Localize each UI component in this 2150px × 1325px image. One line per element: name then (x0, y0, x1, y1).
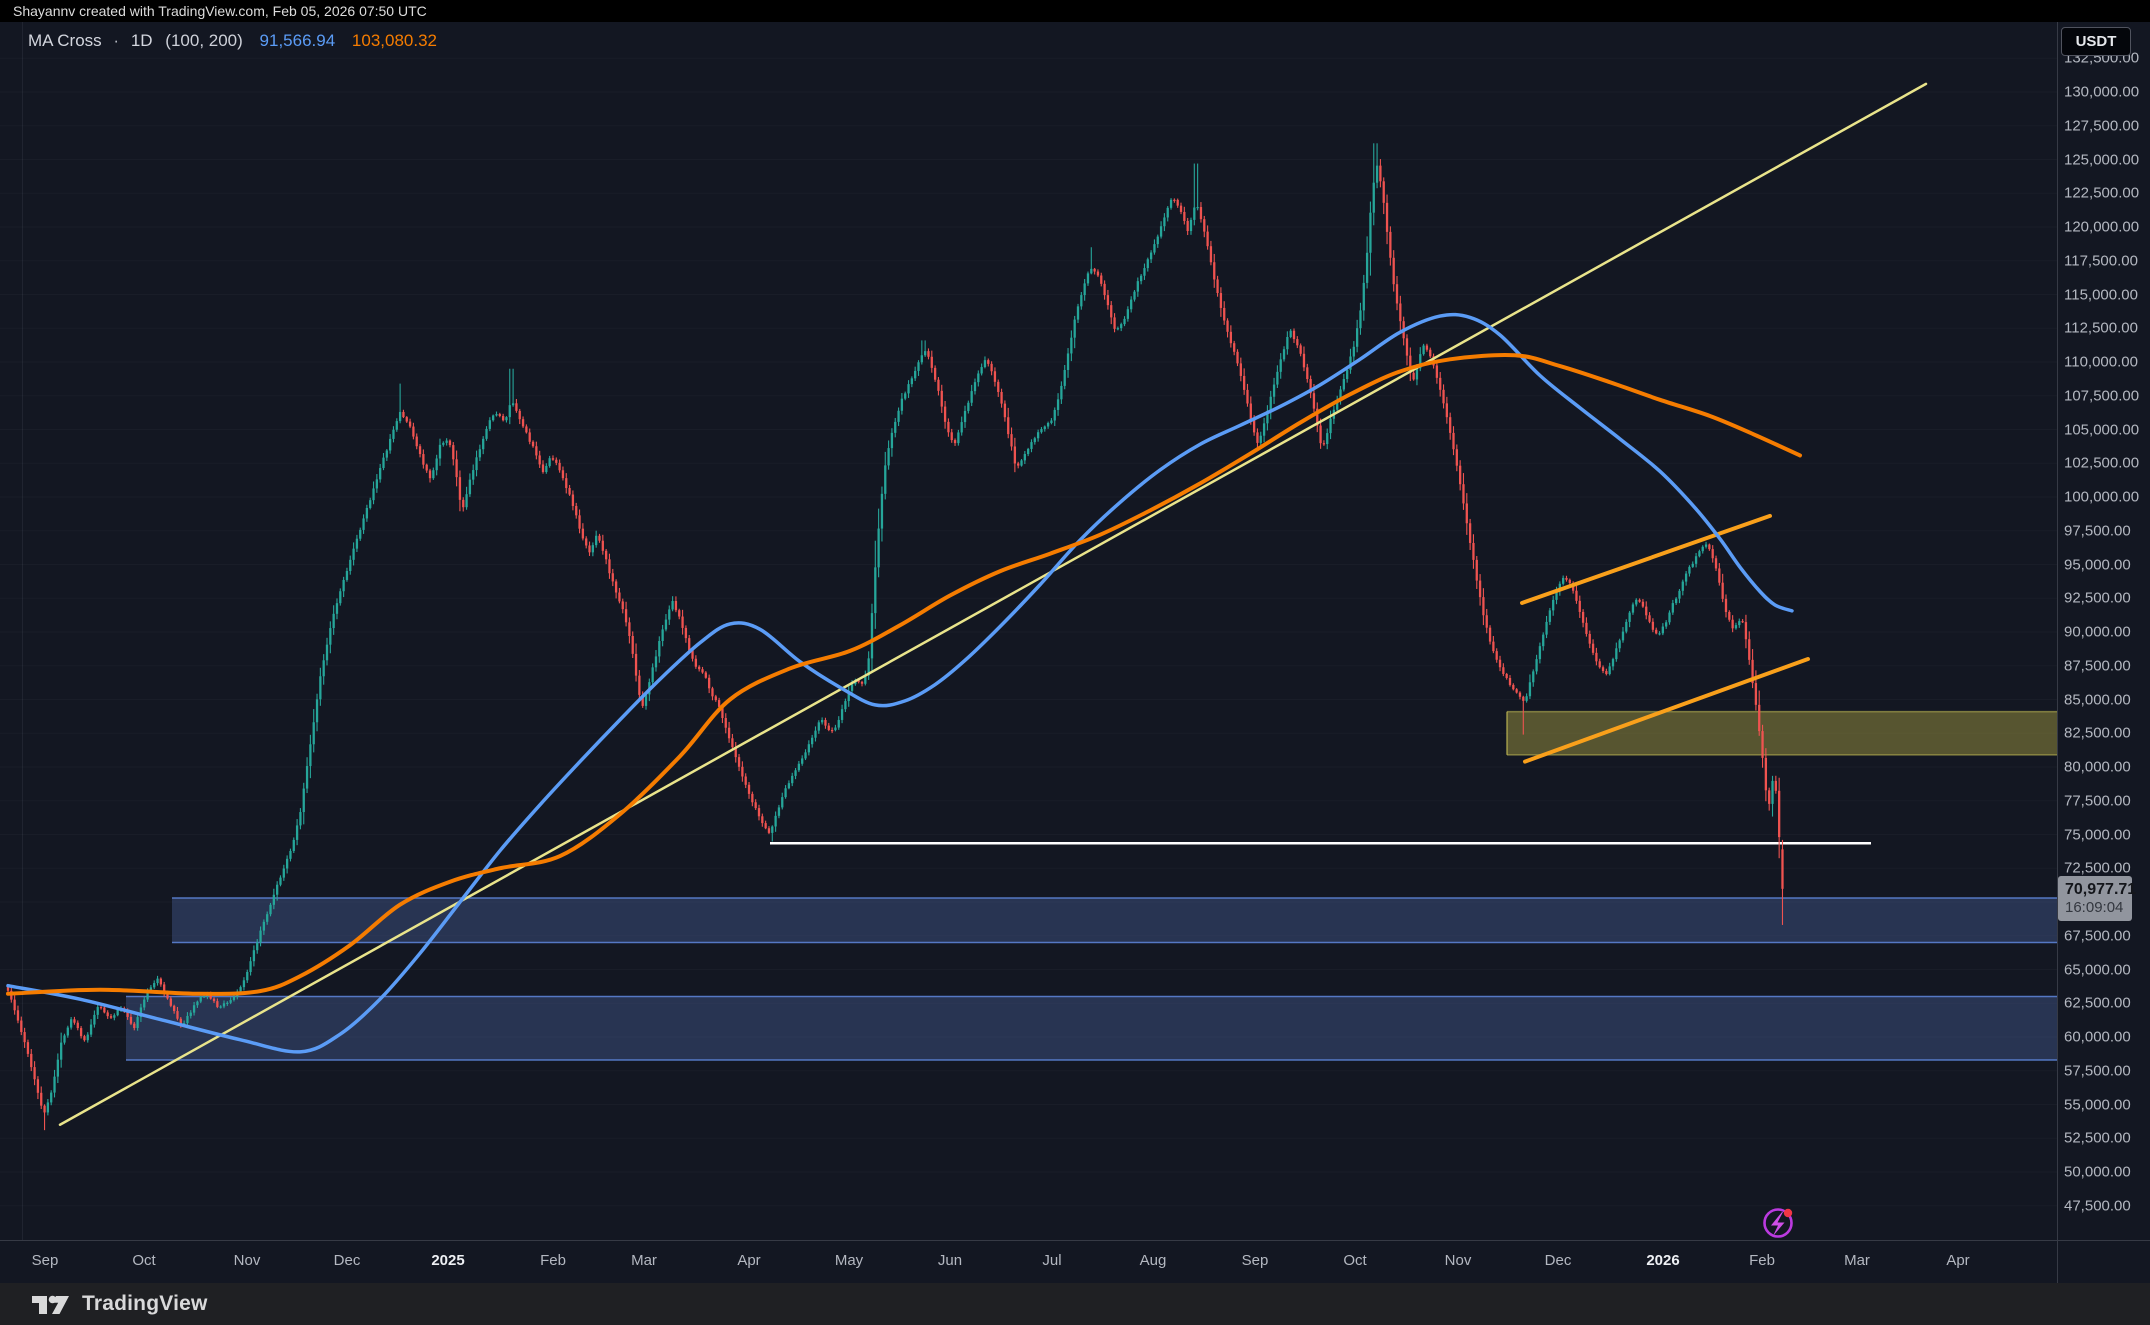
price-tick-label: 100,000.00 (2064, 489, 2139, 506)
time-tick-label: Nov (1445, 1252, 1472, 1269)
price-tick-label: 62,500.00 (2064, 995, 2131, 1012)
currency-toggle[interactable]: USDT (2061, 27, 2131, 56)
attribution-bar: Shayannv created with TradingView.com, F… (0, 0, 2150, 22)
time-tick-label: Jun (938, 1252, 962, 1269)
price-tick-label: 130,000.00 (2064, 84, 2139, 101)
attribution-text: Shayannv created with TradingView.com, F… (13, 3, 427, 19)
time-tick-label: Feb (540, 1252, 566, 1269)
tradingview-logo-icon[interactable] (30, 1289, 72, 1319)
price-tick-label: 80,000.00 (2064, 759, 2131, 776)
price-tick-label: 57,500.00 (2064, 1062, 2131, 1079)
price-tick-label: 92,500.00 (2064, 590, 2131, 607)
last-price-label[interactable]: 70,977.71 16:09:04 (2058, 876, 2132, 921)
price-tick-label: 55,000.00 (2064, 1096, 2131, 1113)
pane-left-guide (22, 22, 23, 1240)
candlestick-series[interactable] (7, 143, 1784, 1130)
brand-name[interactable]: TradingView (82, 1292, 208, 1316)
price-tick-label: 47,500.00 (2064, 1197, 2131, 1214)
indicator-name[interactable]: MA Cross (28, 31, 102, 50)
price-tick-label: 85,000.00 (2064, 691, 2131, 708)
supply-zone-olive[interactable] (1507, 712, 2057, 755)
time-tick-label: 2026 (1646, 1252, 1679, 1269)
price-tick-label: 97,500.00 (2064, 522, 2131, 539)
time-tick-label: Oct (132, 1252, 155, 1269)
price-tick-label: 110,000.00 (2064, 354, 2138, 371)
price-tick-label: 115,000.00 (2064, 286, 2138, 303)
support-zone-lower[interactable] (126, 997, 2057, 1060)
time-tick-label: May (835, 1252, 863, 1269)
price-tick-label: 112,500.00 (2064, 320, 2138, 337)
time-tick-label: Nov (234, 1252, 261, 1269)
price-tick-label: 52,500.00 (2064, 1130, 2131, 1147)
chart-pane[interactable] (0, 58, 2057, 1206)
price-tick-label: 75,000.00 (2064, 826, 2131, 843)
lightning-event-icon[interactable] (1765, 1209, 1793, 1237)
price-tick-label: 87,500.00 (2064, 657, 2131, 674)
price-tick-label: 50,000.00 (2064, 1164, 2131, 1181)
footer-bar: TradingView (0, 1283, 2150, 1325)
time-tick-label: Oct (1343, 1252, 1366, 1269)
time-tick-label: Dec (334, 1252, 361, 1269)
price-tick-label: 125,000.00 (2064, 151, 2139, 168)
price-tick-label: 65,000.00 (2064, 961, 2131, 978)
currency-label: USDT (2076, 33, 2117, 50)
price-tick-label: 127,500.00 (2064, 117, 2139, 134)
price-tick-label: 105,000.00 (2064, 421, 2139, 438)
price-tick-label: 90,000.00 (2064, 624, 2131, 641)
price-scale-border (2057, 22, 2058, 1283)
price-chart[interactable] (0, 0, 2150, 1325)
time-tick-label: Aug (1140, 1252, 1167, 1269)
time-tick-label: Mar (1844, 1252, 1870, 1269)
time-tick-label: Apr (1946, 1252, 1969, 1269)
price-tick-label: 107,500.00 (2064, 387, 2139, 404)
time-tick-label: Sep (32, 1252, 59, 1269)
last-price-value: 70,977.71 (2065, 880, 2128, 899)
time-scale-border (0, 1240, 2150, 1241)
legend-separator: · (113, 31, 119, 50)
indicator-legend[interactable]: MA Cross · 1D (100, 200) 91,566.94 103,0… (28, 31, 437, 51)
time-tick-label: Mar (631, 1252, 657, 1269)
time-tick-label: Feb (1749, 1252, 1775, 1269)
time-tick-label: Jul (1042, 1252, 1061, 1269)
price-tick-label: 120,000.00 (2064, 219, 2139, 236)
ma200-value: 103,080.32 (352, 31, 437, 50)
price-tick-label: 102,500.00 (2064, 455, 2139, 472)
time-tick-label: 2025 (431, 1252, 464, 1269)
price-tick-label: 60,000.00 (2064, 1029, 2131, 1046)
price-tick-label: 72,500.00 (2064, 860, 2131, 877)
price-tick-label: 82,500.00 (2064, 725, 2131, 742)
price-tick-label: 117,500.00 (2064, 252, 2138, 269)
indicator-params[interactable]: (100, 200) (165, 31, 243, 50)
price-tick-label: 95,000.00 (2064, 556, 2131, 573)
price-tick-label: 67,500.00 (2064, 927, 2131, 944)
time-tick-label: Dec (1545, 1252, 1572, 1269)
ma100-value: 91,566.94 (260, 31, 336, 50)
indicator-interval[interactable]: 1D (131, 31, 153, 50)
price-tick-label: 122,500.00 (2064, 185, 2139, 202)
time-tick-label: Apr (737, 1252, 760, 1269)
bar-countdown: 16:09:04 (2065, 899, 2128, 917)
time-tick-label: Sep (1242, 1252, 1269, 1269)
price-tick-label: 77,500.00 (2064, 792, 2131, 809)
